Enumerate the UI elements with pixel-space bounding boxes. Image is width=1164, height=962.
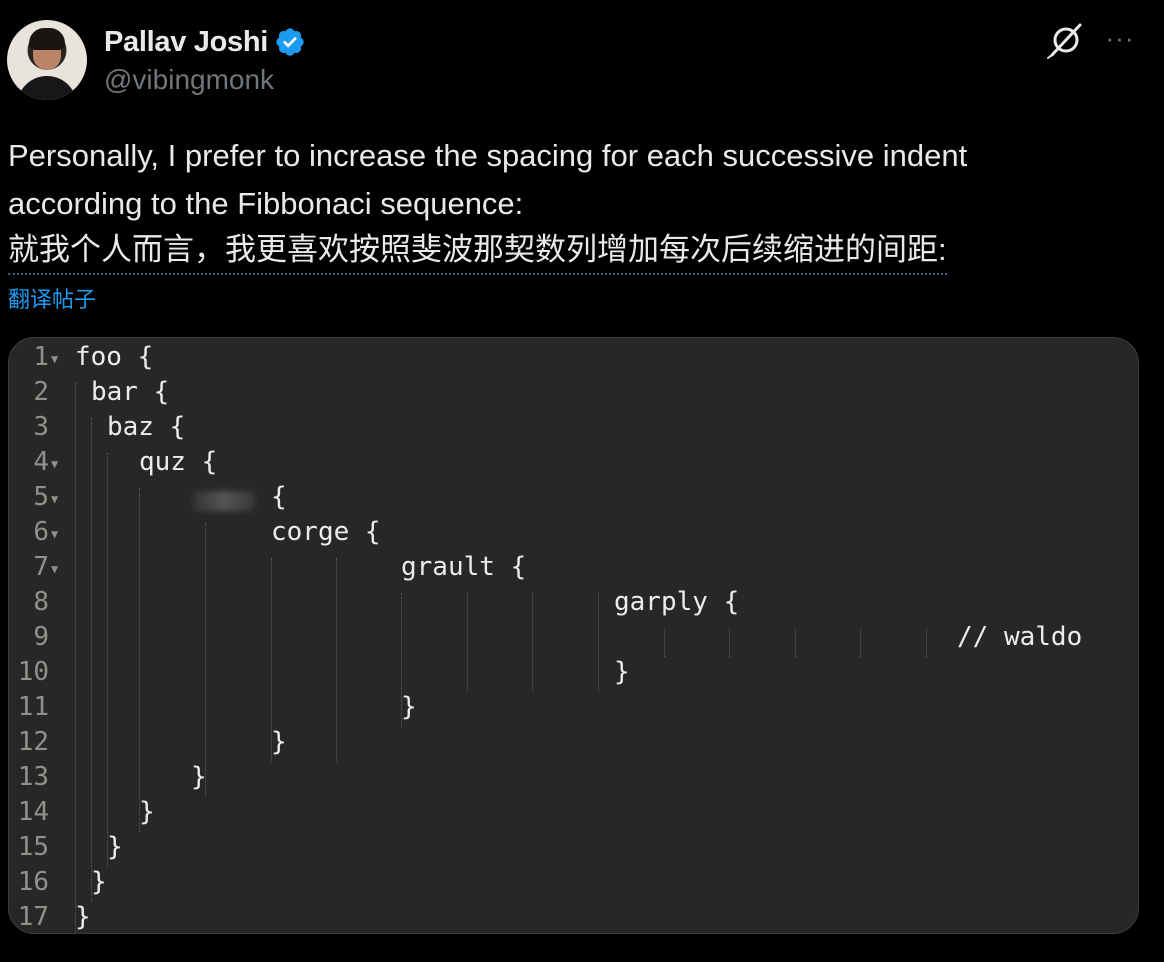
code-line: baz { [107, 412, 186, 442]
code-line: } [139, 797, 155, 827]
line-number: 1 [33, 342, 49, 372]
indent-guide [401, 593, 402, 727]
avatar-body [17, 76, 77, 100]
code-line: { [271, 482, 287, 512]
code-line: } [271, 727, 287, 757]
code-line: quz { [139, 447, 218, 477]
code-line: grault { [401, 552, 527, 582]
line-number: 14 [17, 797, 49, 827]
tweet-text-line: according to the Fibbonaci sequence: [8, 186, 524, 221]
blurred-identifier [193, 491, 255, 511]
code-image[interactable]: 1 ▼ foo {2 bar {3 baz {4 ▼ quz {5 ▼{6 ▼ corge {7 ▼… [8, 337, 1139, 934]
code-line: foo { [75, 342, 154, 372]
line-number: 2 [33, 377, 49, 407]
grok-icon[interactable] [1046, 20, 1086, 60]
line-number: 8 [33, 587, 49, 617]
indent-guide [532, 593, 533, 692]
indent-guide [205, 523, 206, 797]
indent-guide [271, 558, 272, 762]
line-number: 9 [33, 622, 49, 652]
tweet-text: Personally, I prefer to increase the spa… [8, 132, 1108, 228]
code-line: } [75, 902, 91, 932]
indent-guide [336, 558, 337, 762]
line-number: 7 [33, 552, 49, 582]
indent-guide [598, 593, 599, 692]
fold-arrow-icon[interactable]: ▼ [51, 562, 58, 576]
line-number: 3 [33, 412, 49, 442]
indent-guide [729, 628, 730, 657]
indent-guide [91, 418, 92, 902]
indent-guide [467, 593, 468, 692]
indent-guide [795, 628, 796, 657]
line-number: 17 [17, 902, 49, 932]
indent-guide [139, 488, 140, 832]
avatar-hair [29, 28, 65, 50]
indent-guide [107, 453, 108, 867]
line-number: 4 [33, 447, 49, 477]
fold-arrow-icon[interactable]: ▼ [51, 527, 58, 541]
line-number: 11 [17, 692, 49, 722]
code-line: garply { [614, 587, 740, 617]
indent-guide [926, 628, 927, 657]
code-line: corge { [271, 517, 381, 547]
code-line: } [107, 832, 123, 862]
code-line: // waldo [957, 622, 1083, 652]
author-name-row[interactable]: Pallav Joshi [104, 25, 306, 59]
translated-text: 就我个人而言，我更喜欢按照斐波那契数列增加每次后续缩进的间距: [8, 227, 947, 275]
line-number: 5 [33, 482, 49, 512]
fold-arrow-icon[interactable]: ▼ [51, 492, 58, 506]
line-number: 16 [17, 867, 49, 897]
code-editor-screenshot: 1 ▼ foo {2 bar {3 baz {4 ▼ quz {5 ▼{6 ▼ corge {7 ▼… [9, 338, 1138, 933]
author-handle[interactable]: @vibingmonk [104, 64, 274, 96]
line-number: 12 [17, 727, 49, 757]
fold-arrow-icon[interactable]: ▼ [51, 352, 58, 366]
line-number: 15 [17, 832, 49, 862]
verified-badge-icon [276, 28, 304, 56]
indent-guide [75, 383, 76, 933]
indent-guide [664, 628, 665, 657]
author-avatar[interactable] [7, 20, 87, 100]
fold-arrow-icon[interactable]: ▼ [51, 457, 58, 471]
tweet-header: Pallav Joshi @vibingmonk ··· [0, 0, 1164, 115]
code-line: } [91, 867, 107, 897]
tweet-text-line: Personally, I prefer to increase the spa… [8, 138, 968, 173]
more-options-icon[interactable]: ··· [1102, 24, 1138, 56]
code-line: } [401, 692, 417, 722]
author-name[interactable]: Pallav Joshi [104, 26, 268, 59]
translate-post-link[interactable]: 翻译帖子 [8, 282, 96, 314]
line-number: 6 [33, 517, 49, 547]
code-line: bar { [91, 377, 170, 407]
code-line: } [614, 657, 630, 687]
line-number: 13 [17, 762, 49, 792]
line-number: 10 [17, 657, 49, 687]
indent-guide [860, 628, 861, 657]
